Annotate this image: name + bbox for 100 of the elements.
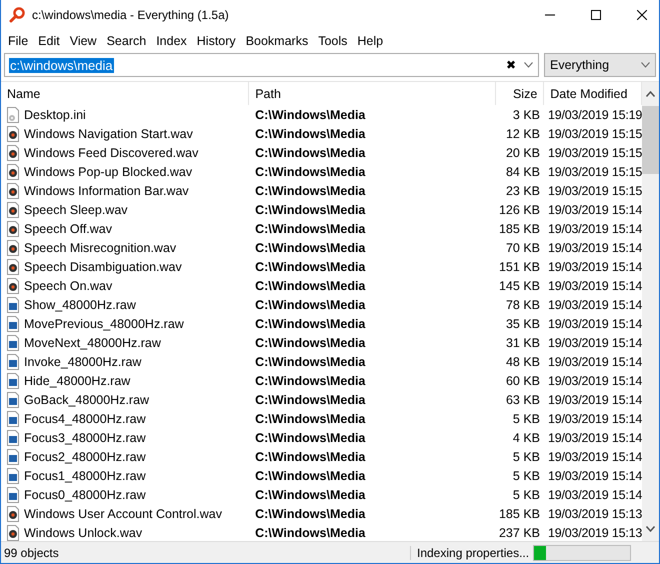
image-file-icon — [6, 316, 20, 332]
column-header[interactable]: Size — [496, 82, 544, 105]
file-name[interactable]: Desktop.ini — [24, 108, 86, 122]
file-size: 5 KB — [512, 488, 541, 502]
file-size: 78 KB — [504, 298, 541, 312]
file-path: C:\Windows\Media — [254, 354, 366, 368]
file-size: 63 KB — [504, 392, 541, 406]
file-size: 5 KB — [512, 450, 541, 464]
date-modified: 19/03/2019 15:15 — [547, 146, 642, 160]
file-name[interactable]: Windows User Account Control.wav — [24, 506, 222, 520]
audio-file-icon — [6, 506, 20, 522]
magnifier-icon — [9, 7, 25, 23]
file-name[interactable]: Show_48000Hz.raw — [24, 298, 136, 312]
file-name[interactable]: Windows Navigation Start.wav — [24, 126, 193, 140]
file-size: 84 KB — [504, 164, 541, 178]
file-path: C:\Windows\Media — [254, 412, 366, 426]
scroll-up-icon[interactable] — [646, 91, 655, 97]
date-modified: 19/03/2019 15:15 — [547, 164, 642, 178]
menu-item[interactable]: Edit — [33, 34, 65, 48]
date-modified: 19/03/2019 15:14 — [547, 374, 642, 388]
file-name[interactable]: Speech Sleep.wav — [24, 202, 128, 216]
file-path: C:\Windows\Media — [254, 374, 366, 388]
close-icon[interactable] — [637, 10, 647, 20]
date-modified: 19/03/2019 15:14 — [547, 468, 642, 482]
image-file-icon — [6, 430, 20, 446]
file-size: 31 KB — [504, 336, 541, 350]
menu-item[interactable]: Bookmarks — [240, 34, 314, 48]
file-name[interactable]: MoveNext_48000Hz.raw — [24, 336, 161, 350]
settings-file-icon — [6, 106, 20, 122]
file-size: 60 KB — [504, 374, 541, 388]
image-file-icon — [6, 334, 20, 350]
file-name[interactable]: Focus3_48000Hz.raw — [24, 430, 146, 444]
file-path: C:\Windows\Media — [254, 450, 366, 464]
file-path: C:\Windows\Media — [254, 126, 366, 140]
date-modified: 19/03/2019 15:14 — [547, 202, 642, 216]
file-name[interactable]: Focus4_48000Hz.raw — [24, 412, 146, 426]
date-modified: 19/03/2019 15:13 — [547, 506, 642, 520]
file-size: 70 KB — [504, 240, 541, 254]
file-name[interactable]: Speech Disambiguation.wav — [24, 260, 182, 274]
file-path: C:\Windows\Media — [254, 488, 366, 502]
file-size: 3 KB — [512, 108, 541, 122]
date-modified: 19/03/2019 15:14 — [547, 260, 642, 274]
column-header[interactable]: Name — [1, 82, 250, 105]
file-name[interactable]: Windows Unlock.wav — [24, 526, 142, 540]
file-size: 237 KB — [498, 526, 541, 540]
chevron-icon[interactable] — [524, 62, 533, 68]
audio-file-icon — [6, 126, 20, 142]
file-name[interactable]: Hide_48000Hz.raw — [24, 374, 130, 388]
file-name[interactable]: GoBack_48000Hz.raw — [24, 392, 150, 406]
maximize-icon[interactable] — [591, 10, 601, 20]
column-header[interactable]: Path — [249, 82, 496, 105]
clear-button[interactable]: ✖ — [506, 58, 516, 72]
file-name[interactable]: Invoke_48000Hz.raw — [24, 354, 142, 368]
file-size: 5 KB — [512, 468, 541, 482]
file-size: 4 KB — [512, 430, 541, 444]
file-name[interactable]: Windows Pop-up Blocked.wav — [24, 164, 192, 178]
image-file-icon — [6, 468, 20, 484]
menu-item[interactable]: File — [3, 34, 34, 48]
image-file-icon — [6, 486, 20, 502]
file-name[interactable]: Focus0_48000Hz.raw — [24, 488, 146, 502]
date-modified: 19/03/2019 15:14 — [547, 392, 642, 406]
date-modified: 19/03/2019 15:19 — [547, 108, 642, 122]
file-size: 20 KB — [504, 146, 541, 160]
date-modified: 19/03/2019 15:13 — [547, 526, 642, 540]
menu-item[interactable]: Tools — [313, 34, 352, 48]
menu-item[interactable]: History — [192, 34, 241, 48]
menu-item[interactable]: Index — [151, 34, 192, 48]
image-file-icon — [6, 392, 20, 408]
menu-item[interactable]: Search — [102, 34, 152, 48]
image-file-icon — [6, 448, 20, 464]
menu-item[interactable]: View — [64, 34, 102, 48]
filter-dropdown[interactable]: Everything — [544, 53, 656, 77]
date-modified: 19/03/2019 15:15 — [547, 126, 642, 140]
file-name[interactable]: Speech Misrecognition.wav — [24, 240, 176, 254]
file-path: C:\Windows\Media — [254, 164, 366, 178]
date-modified: 19/03/2019 15:14 — [547, 412, 642, 426]
file-name[interactable]: MovePrevious_48000Hz.raw — [24, 316, 184, 330]
audio-file-icon — [6, 202, 20, 218]
file-name[interactable]: Focus1_48000Hz.raw — [24, 468, 146, 482]
file-name[interactable]: Windows Information Bar.wav — [24, 184, 189, 198]
file-name[interactable]: Focus2_48000Hz.raw — [24, 450, 146, 464]
chevron-icon — [641, 62, 650, 68]
scroll-down-icon[interactable] — [646, 526, 655, 532]
file-path: C:\Windows\Media — [254, 336, 366, 350]
date-modified: 19/03/2019 15:14 — [547, 488, 642, 502]
search-field[interactable]: c:\windows\media ✖ — [4, 53, 539, 77]
audio-file-icon — [6, 182, 20, 198]
menu-item[interactable]: Help — [352, 34, 388, 48]
file-path: C:\Windows\Media — [254, 260, 366, 274]
file-name[interactable]: Windows Feed Discovered.wav — [24, 146, 198, 160]
file-path: C:\Windows\Media — [254, 278, 366, 292]
file-path: C:\Windows\Media — [254, 392, 366, 406]
search-text: c:\windows\media — [9, 58, 114, 72]
date-modified: 19/03/2019 15:14 — [547, 354, 642, 368]
scrollbar[interactable] — [642, 82, 659, 541]
file-name[interactable]: Speech Off.wav — [24, 222, 112, 236]
scroll-thumb[interactable] — [642, 106, 659, 174]
file-name[interactable]: Speech On.wav — [24, 278, 112, 292]
audio-file-icon — [6, 144, 20, 160]
date-modified: 19/03/2019 15:15 — [547, 184, 642, 198]
